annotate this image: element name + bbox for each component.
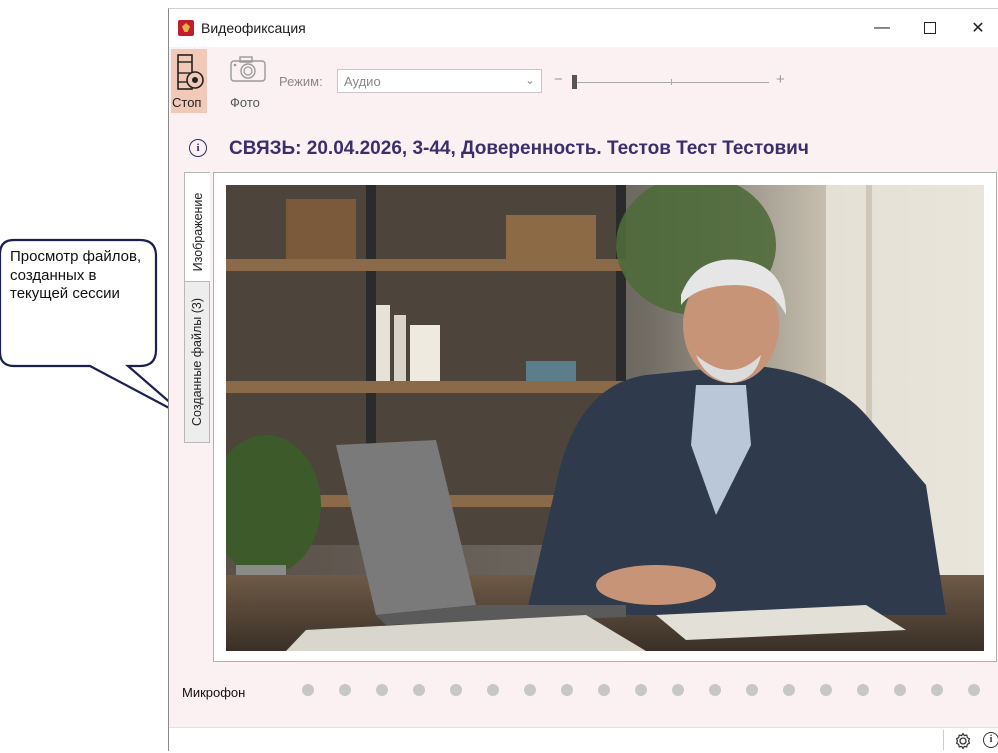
mic-level-dot [783, 684, 795, 696]
camera-icon [230, 56, 266, 82]
mic-level-dot [635, 684, 647, 696]
photo-label: Фото [230, 95, 260, 110]
info-icon: i [189, 139, 207, 157]
about-info-icon[interactable]: i [983, 732, 998, 748]
mic-level-dot [894, 684, 906, 696]
stop-label: Стоп [172, 95, 202, 110]
mic-level-dot [820, 684, 832, 696]
tab-image-label: Изображение [190, 192, 205, 272]
mic-level-dot [857, 684, 869, 696]
mic-level-dot [746, 684, 758, 696]
title-bar: Видеофиксация — ✕ [169, 9, 998, 47]
film-record-icon [177, 54, 204, 90]
mic-level-dot [709, 684, 721, 696]
gear-icon[interactable] [954, 732, 972, 750]
mic-level-dot [968, 684, 980, 696]
slider-tick [671, 79, 672, 85]
mode-value: Аудио [344, 74, 381, 89]
app-window: Видеофиксация — ✕ Стоп Фото Режим: Аудио… [168, 8, 998, 753]
mic-level-dot [450, 684, 462, 696]
toolbar: Стоп Фото Режим: Аудио ⌄ − + [169, 47, 998, 119]
session-title: СВЯЗЬ: 20.04.2026, 3-44, Доверенность. Т… [229, 138, 809, 159]
maximize-icon [924, 22, 936, 34]
mic-level-dot [339, 684, 351, 696]
camera-feed-image [226, 185, 984, 651]
chevron-down-icon: ⌄ [524, 73, 535, 87]
tab-image[interactable]: Изображение [184, 172, 210, 292]
mode-select[interactable]: Аудио ⌄ [337, 69, 542, 93]
mic-level-dot [561, 684, 573, 696]
slider-plus-icon: + [776, 71, 785, 88]
mic-level-dot [672, 684, 684, 696]
mic-level-dot [931, 684, 943, 696]
minimize-button[interactable]: — [859, 9, 905, 47]
callout-text: Просмотр файлов, созданных в текущей сес… [10, 248, 142, 302]
tab-created-files[interactable]: Созданные файлы (3) [184, 281, 210, 443]
slider-minus-icon: − [554, 71, 563, 88]
mic-level-dot [524, 684, 536, 696]
app-logo-icon [178, 20, 194, 36]
microphone-level-indicator [302, 684, 980, 696]
video-panel [213, 172, 997, 662]
slider-thumb[interactable] [572, 75, 577, 89]
volume-slider[interactable]: − + [554, 71, 794, 92]
mic-level-dot [302, 684, 314, 696]
window-title: Видеофиксация [201, 20, 306, 36]
mic-level-dot [487, 684, 499, 696]
mic-level-dot [413, 684, 425, 696]
mode-label: Режим: [279, 74, 323, 89]
mic-level-dot [376, 684, 388, 696]
mic-level-dot [598, 684, 610, 696]
maximize-button[interactable] [907, 9, 953, 47]
video-preview [226, 185, 984, 651]
microphone-label: Микрофон [182, 685, 246, 700]
tab-created-files-label: Созданные файлы (3) [190, 297, 204, 427]
close-button[interactable]: ✕ [955, 9, 998, 47]
footer-divider [943, 730, 944, 750]
status-bar: i [169, 727, 998, 753]
